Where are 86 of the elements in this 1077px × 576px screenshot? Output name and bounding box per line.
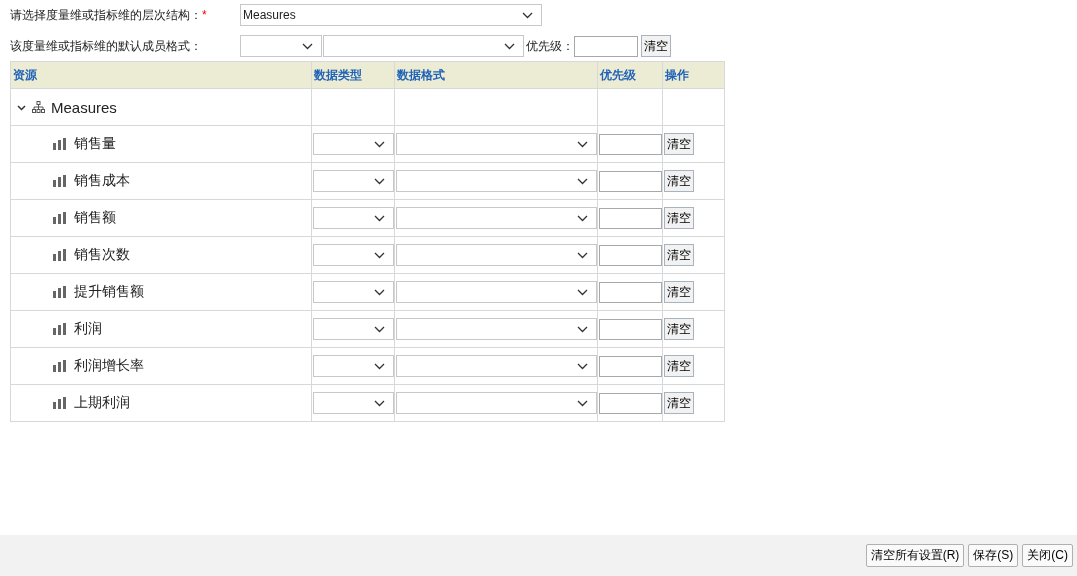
clear-button[interactable]: 清空 [664,355,694,377]
type-dropdown[interactable] [240,35,322,57]
clear-button[interactable]: 清空 [664,170,694,192]
bar-chart-icon [53,175,66,187]
bar-chart-icon [53,249,66,261]
chevron-down-icon [577,399,588,407]
footer-button[interactable]: 关闭(C) [1022,544,1073,567]
format-dropdown[interactable] [396,170,597,192]
format-dropdown[interactable] [323,35,524,57]
bar-chart-icon [53,360,66,372]
chevron-down-icon [374,399,385,407]
type-dropdown[interactable] [313,170,394,192]
chevron-down-icon [374,288,385,296]
type-dropdown[interactable] [313,318,394,340]
priority-field[interactable] [599,244,662,266]
chevron-down-icon [577,251,588,259]
chevron-down-icon [577,140,588,148]
clear-button[interactable]: 清空 [664,392,694,414]
clear-button[interactable]: 清空 [664,318,694,340]
priority-field[interactable] [599,392,662,414]
priority-field[interactable] [599,281,662,303]
footer-button[interactable]: 清空所有设置(R) [865,544,965,567]
footer-button[interactable]: 保存(S) [968,544,1019,567]
column-header: 优先级 [597,61,663,89]
priority-field[interactable] [599,355,662,377]
chevron-down-icon [504,42,515,50]
tree-item[interactable]: 销售次数 [74,246,130,264]
chevron-down-icon [302,42,313,50]
hierarchy-dropdown[interactable]: Measures [240,4,542,26]
format-dropdown[interactable] [396,281,597,303]
tree-item[interactable]: Measures [51,98,117,116]
format-dropdown[interactable] [396,244,597,266]
chevron-down-icon [577,325,588,333]
tree-item[interactable]: 利润 [74,320,102,338]
column-header: 数据类型 [311,61,395,89]
format-dropdown[interactable] [396,207,597,229]
column-header: 操作 [662,61,725,89]
tree-item[interactable]: 上期利润 [74,394,130,412]
priority-field[interactable] [599,170,662,192]
priority-field[interactable] [599,318,662,340]
type-dropdown[interactable] [313,207,394,229]
chevron-down-icon [577,362,588,370]
tree-item[interactable]: 利润增长率 [74,357,144,375]
chevron-down-icon [374,251,385,259]
column-header: 资源 [10,61,312,89]
bar-chart-icon [53,212,66,224]
chevron-down-icon[interactable] [17,102,26,112]
field-label: 请选择度量维或指标维的层次结构：* [10,6,208,24]
clear-button[interactable]: 清空 [664,207,694,229]
format-dropdown[interactable] [396,392,597,414]
priority-field[interactable] [574,35,638,57]
bar-chart-icon [53,286,66,298]
tree-item[interactable]: 销售额 [74,209,116,227]
field-label: 优先级： [526,37,574,55]
chevron-down-icon [577,288,588,296]
format-dropdown[interactable] [396,355,597,377]
type-dropdown[interactable] [313,392,394,414]
chevron-down-icon [577,177,588,185]
type-dropdown[interactable] [313,281,394,303]
tree-item[interactable]: 提升销售额 [74,283,144,301]
chevron-down-icon [374,325,385,333]
type-dropdown[interactable] [313,355,394,377]
chevron-down-icon [374,140,385,148]
priority-field[interactable] [599,133,662,155]
chevron-down-icon [374,177,385,185]
chevron-down-icon [374,362,385,370]
clear-button[interactable]: 清空 [664,133,694,155]
chevron-down-icon [577,214,588,222]
format-dropdown[interactable] [396,318,597,340]
tree-item[interactable]: 销售量 [74,135,116,153]
type-dropdown[interactable] [313,244,394,266]
chevron-down-icon [522,11,533,19]
type-dropdown[interactable] [313,133,394,155]
hierarchy-icon [32,101,45,113]
clear-button[interactable]: 清空 [664,244,694,266]
bar-chart-icon [53,323,66,335]
bar-chart-icon [53,397,66,409]
priority-field[interactable] [599,207,662,229]
clear-button[interactable]: 清空 [641,35,671,57]
tree-item[interactable]: 销售成本 [74,172,130,190]
column-header: 数据格式 [394,61,598,89]
format-dropdown[interactable] [396,133,597,155]
clear-button[interactable]: 清空 [664,281,694,303]
field-label: 该度量维或指标维的默认成员格式： [10,37,203,55]
bar-chart-icon [53,138,66,150]
chevron-down-icon [374,214,385,222]
